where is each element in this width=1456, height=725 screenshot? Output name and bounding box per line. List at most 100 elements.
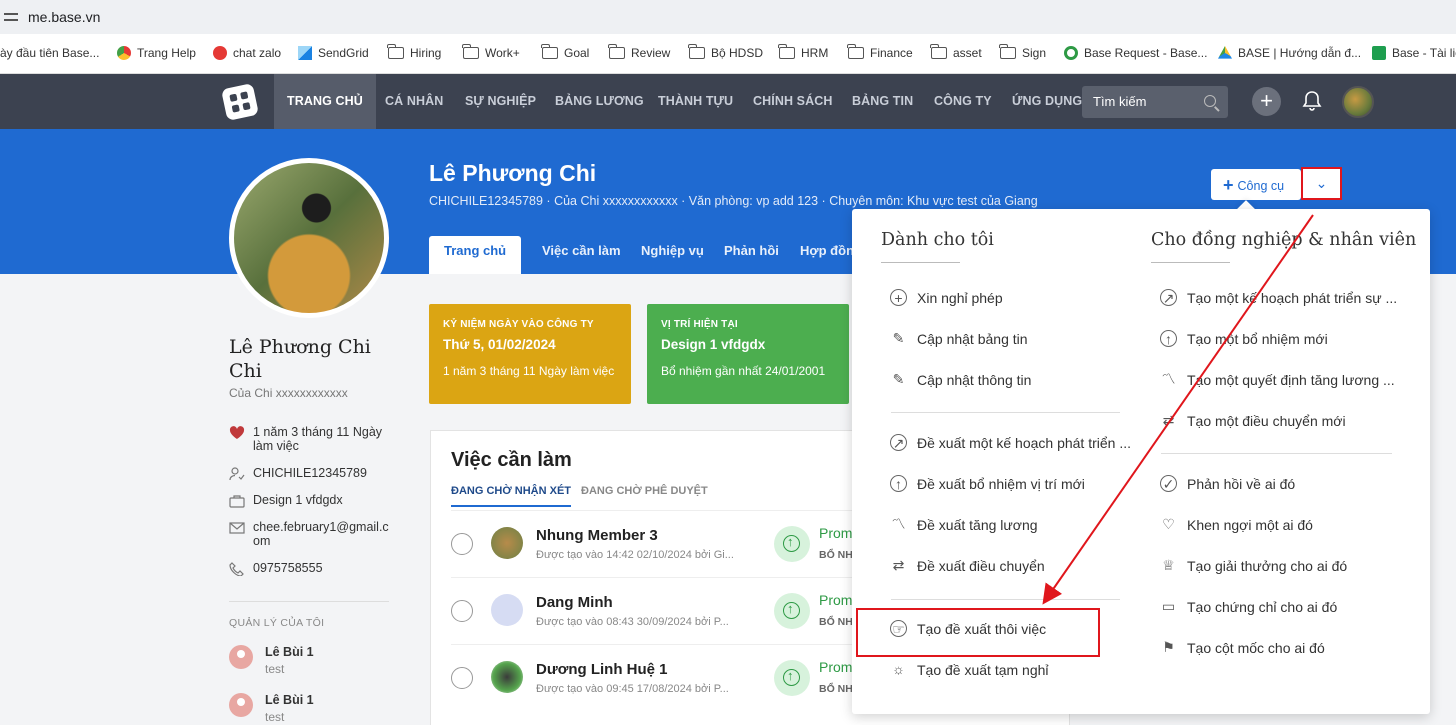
bookmark-15[interactable]: Base - Tài liệ — [1372, 46, 1456, 60]
milestone-icon: ⚑ — [1162, 639, 1175, 655]
menu-item-khen-ngoi[interactable]: ♡ Khen ngợi một ai đó — [1160, 516, 1313, 533]
bookmark-8[interactable]: Bộ HDSD — [688, 44, 763, 60]
edit-icon: ✎ — [892, 371, 905, 387]
info-text: Design 1 vfdgdx — [253, 493, 343, 507]
side-profile-company: Của Chi xxxxxxxxxxxx — [229, 386, 348, 400]
menu-item-tao-ke-hoach[interactable]: ↗ Tạo một kế hoạch phát triển sự ... — [1160, 289, 1397, 306]
check-circle-icon: ✓ — [1160, 475, 1177, 492]
base-logo-icon[interactable] — [221, 83, 259, 121]
bookmark-6[interactable]: Goal — [541, 44, 589, 60]
bookmark-12[interactable]: Sign — [999, 44, 1046, 60]
menu-item-tao-bo-nhiem[interactable]: ↑ Tạo một bổ nhiệm mới — [1160, 330, 1328, 347]
add-button[interactable]: + — [1252, 87, 1281, 116]
nav-trang-chu[interactable]: TRANG CHỦ — [274, 74, 376, 129]
nav-bang-luong[interactable]: BẢNG LƯƠNG — [555, 74, 644, 129]
award-icon: ♕ — [1162, 557, 1175, 573]
manager-name: Lê Bùi 1 — [265, 693, 314, 707]
checkbox[interactable] — [451, 533, 473, 555]
menu-item-label: Phản hồi về ai đó — [1187, 475, 1296, 492]
profile-name: Lê Phương Chi — [429, 160, 597, 186]
tab-trang-chu[interactable]: Trang chủ — [429, 236, 522, 274]
menu-item-label: Tạo giải thưởng cho ai đó — [1187, 557, 1348, 574]
nav-chinh-sach[interactable]: CHÍNH SÁCH — [753, 74, 832, 129]
nav-su-nghiep[interactable]: SỰ NGHIỆP — [465, 74, 536, 129]
menu-item-label: Tạo chứng chỉ cho ai đó — [1187, 598, 1338, 615]
bookmark-14[interactable]: BASE | Hướng dẫn đ... — [1218, 46, 1361, 60]
bookmark-label: Base Request - Base... — [1084, 46, 1208, 60]
folder-icon — [847, 44, 864, 59]
bookmark-10[interactable]: Finance — [847, 44, 913, 60]
tab-viec-can-lam[interactable]: Việc cần làm — [542, 236, 621, 274]
checkbox[interactable] — [451, 667, 473, 689]
row-sub: Được tạo vào 08:43 30/09/2024 bởi P... — [536, 616, 729, 628]
menu-item-label: Cập nhật thông tin — [917, 371, 1032, 388]
url-text[interactable]: me.base.vn — [28, 9, 100, 25]
menu-item-label: Tạo đề xuất tạm nghỉ — [917, 661, 1049, 678]
site-settings-icon[interactable] — [4, 10, 18, 24]
bookmark-0[interactable]: ày đầu tiên Base... — [0, 46, 99, 60]
bookmark-9[interactable]: HRM — [778, 44, 828, 60]
menu-item-label: Tạo một điều chuyển mới — [1187, 412, 1346, 429]
manager-sub: test — [265, 710, 285, 724]
bell-icon[interactable] — [1302, 90, 1322, 112]
bookmark-label: Trang Help — [137, 46, 196, 60]
tab-dang-cho-phe-duyet[interactable]: ĐANG CHỜ PHÊ DUYỆT — [581, 485, 708, 497]
menu-item-de-xuat-ke-hoach[interactable]: ↗ Đề xuất một kế hoạch phát triển ... — [890, 434, 1131, 451]
manager-item[interactable]: Lê Bùi 1 test — [229, 693, 314, 724]
checkbox[interactable] — [451, 600, 473, 622]
nav-bang-tin[interactable]: BẢNG TIN — [852, 74, 913, 129]
nav-thanh-tuu[interactable]: THÀNH TỰU — [658, 74, 733, 129]
tools-dropdown-toggle[interactable]: ⌄ — [1301, 167, 1342, 200]
card-sub: Bổ nhiệm gần nhất 24/01/2001 — [661, 364, 826, 378]
menu-item-xin-nghi-phep[interactable]: + Xin nghỉ phép — [890, 289, 1003, 306]
menu-item-tao-tang-luong[interactable]: 〽 Tạo một quyết định tăng lương ... — [1160, 371, 1395, 388]
bookmark-4[interactable]: Hiring — [387, 44, 441, 60]
menu-item-giai-thuong[interactable]: ♕ Tạo giải thưởng cho ai đó — [1160, 557, 1347, 574]
menu-item-cap-nhat-bang-tin[interactable]: ✎ Cập nhật bảng tin — [890, 330, 1028, 347]
menu-item-label: Tạo cột mốc cho ai đó — [1187, 639, 1325, 656]
search-input[interactable]: Tìm kiếm — [1082, 86, 1228, 118]
side-profile-name: Lê Phương Chi Chi — [229, 336, 371, 382]
manager-item[interactable]: Lê Bùi 1 test — [229, 645, 314, 676]
row-status-type: BỔ NH — [819, 616, 853, 628]
row-name[interactable]: Dương Linh Huệ 1 — [536, 661, 668, 678]
managers-title: QUẢN LÝ CỦA TÔI — [229, 617, 325, 629]
menu-item-tao-dieu-chuyen[interactable]: ⇄ Tạo một điều chuyển mới — [1160, 412, 1346, 429]
tab-phan-hoi[interactable]: Phản hồi — [724, 236, 779, 274]
bookmark-2[interactable]: chat zalo — [213, 46, 281, 60]
tools-button[interactable]: + Công cụ — [1211, 169, 1301, 200]
info-text[interactable]: chee.february1@gmail.com — [253, 520, 389, 548]
tab-hop-dong[interactable]: Hợp đồn — [800, 236, 854, 274]
bookmark-3[interactable]: SendGrid — [298, 46, 369, 60]
nav-cong-ty[interactable]: CÔNG TY — [934, 74, 992, 129]
profile-subline: CHICHILE12345789 · Của Chi xxxxxxxxxxxx … — [429, 194, 1038, 208]
bookmark-1[interactable]: Trang Help — [117, 46, 196, 60]
tab-nghiep-vu[interactable]: Nghiệp vụ — [641, 236, 704, 274]
browser-url-bar[interactable]: me.base.vn — [0, 0, 1456, 34]
folder-icon — [930, 44, 947, 59]
bookmark-7[interactable]: Review — [608, 44, 670, 60]
trend-icon: 〽 — [891, 516, 906, 532]
bookmark-13[interactable]: Base Request - Base... — [1064, 46, 1207, 60]
menu-item-cot-moc[interactable]: ⚑ Tạo cột mốc cho ai đó — [1160, 639, 1325, 656]
briefcase-icon — [229, 495, 245, 508]
folder-icon — [999, 44, 1016, 59]
bookmark-5[interactable]: Work+ — [462, 44, 520, 60]
menu-item-de-xuat-tang-luong[interactable]: 〽 Đề xuất tăng lương — [890, 516, 1038, 533]
menu-item-de-xuat-bo-nhiem[interactable]: ↑ Đề xuất bổ nhiệm vị trí mới — [890, 475, 1085, 492]
info-text: 1 năm 3 tháng 11 Ngày làm việc — [253, 425, 383, 453]
menu-item-de-xuat-dieu-chuyen[interactable]: ⇄ Đề xuất điều chuyển — [890, 557, 1045, 574]
menu-item-phan-hoi[interactable]: ✓ Phản hồi về ai đó — [1160, 475, 1295, 492]
user-avatar[interactable] — [1342, 86, 1374, 118]
heart-outline-icon: ♡ — [1162, 516, 1175, 532]
menu-item-chung-chi[interactable]: ▭ Tạo chứng chỉ cho ai đó — [1160, 598, 1337, 615]
row-name[interactable]: Dang Minh — [536, 594, 613, 611]
bookmark-11[interactable]: asset — [930, 44, 982, 60]
mail-icon — [229, 522, 245, 534]
tab-dang-cho-nhan-xet[interactable]: ĐANG CHỜ NHẬN XÉT — [451, 485, 571, 507]
menu-item-cap-nhat-thong-tin[interactable]: ✎ Cập nhật thông tin — [890, 371, 1032, 388]
row-name[interactable]: Nhung Member 3 — [536, 527, 658, 544]
nav-ung-dung[interactable]: ỨNG DỤNG — [1012, 74, 1082, 129]
nav-ca-nhan[interactable]: CÁ NHÂN — [385, 74, 443, 129]
menu-item-de-xuat-tam-nghi[interactable]: ☼ Tạo đề xuất tạm nghỉ — [890, 661, 1049, 678]
